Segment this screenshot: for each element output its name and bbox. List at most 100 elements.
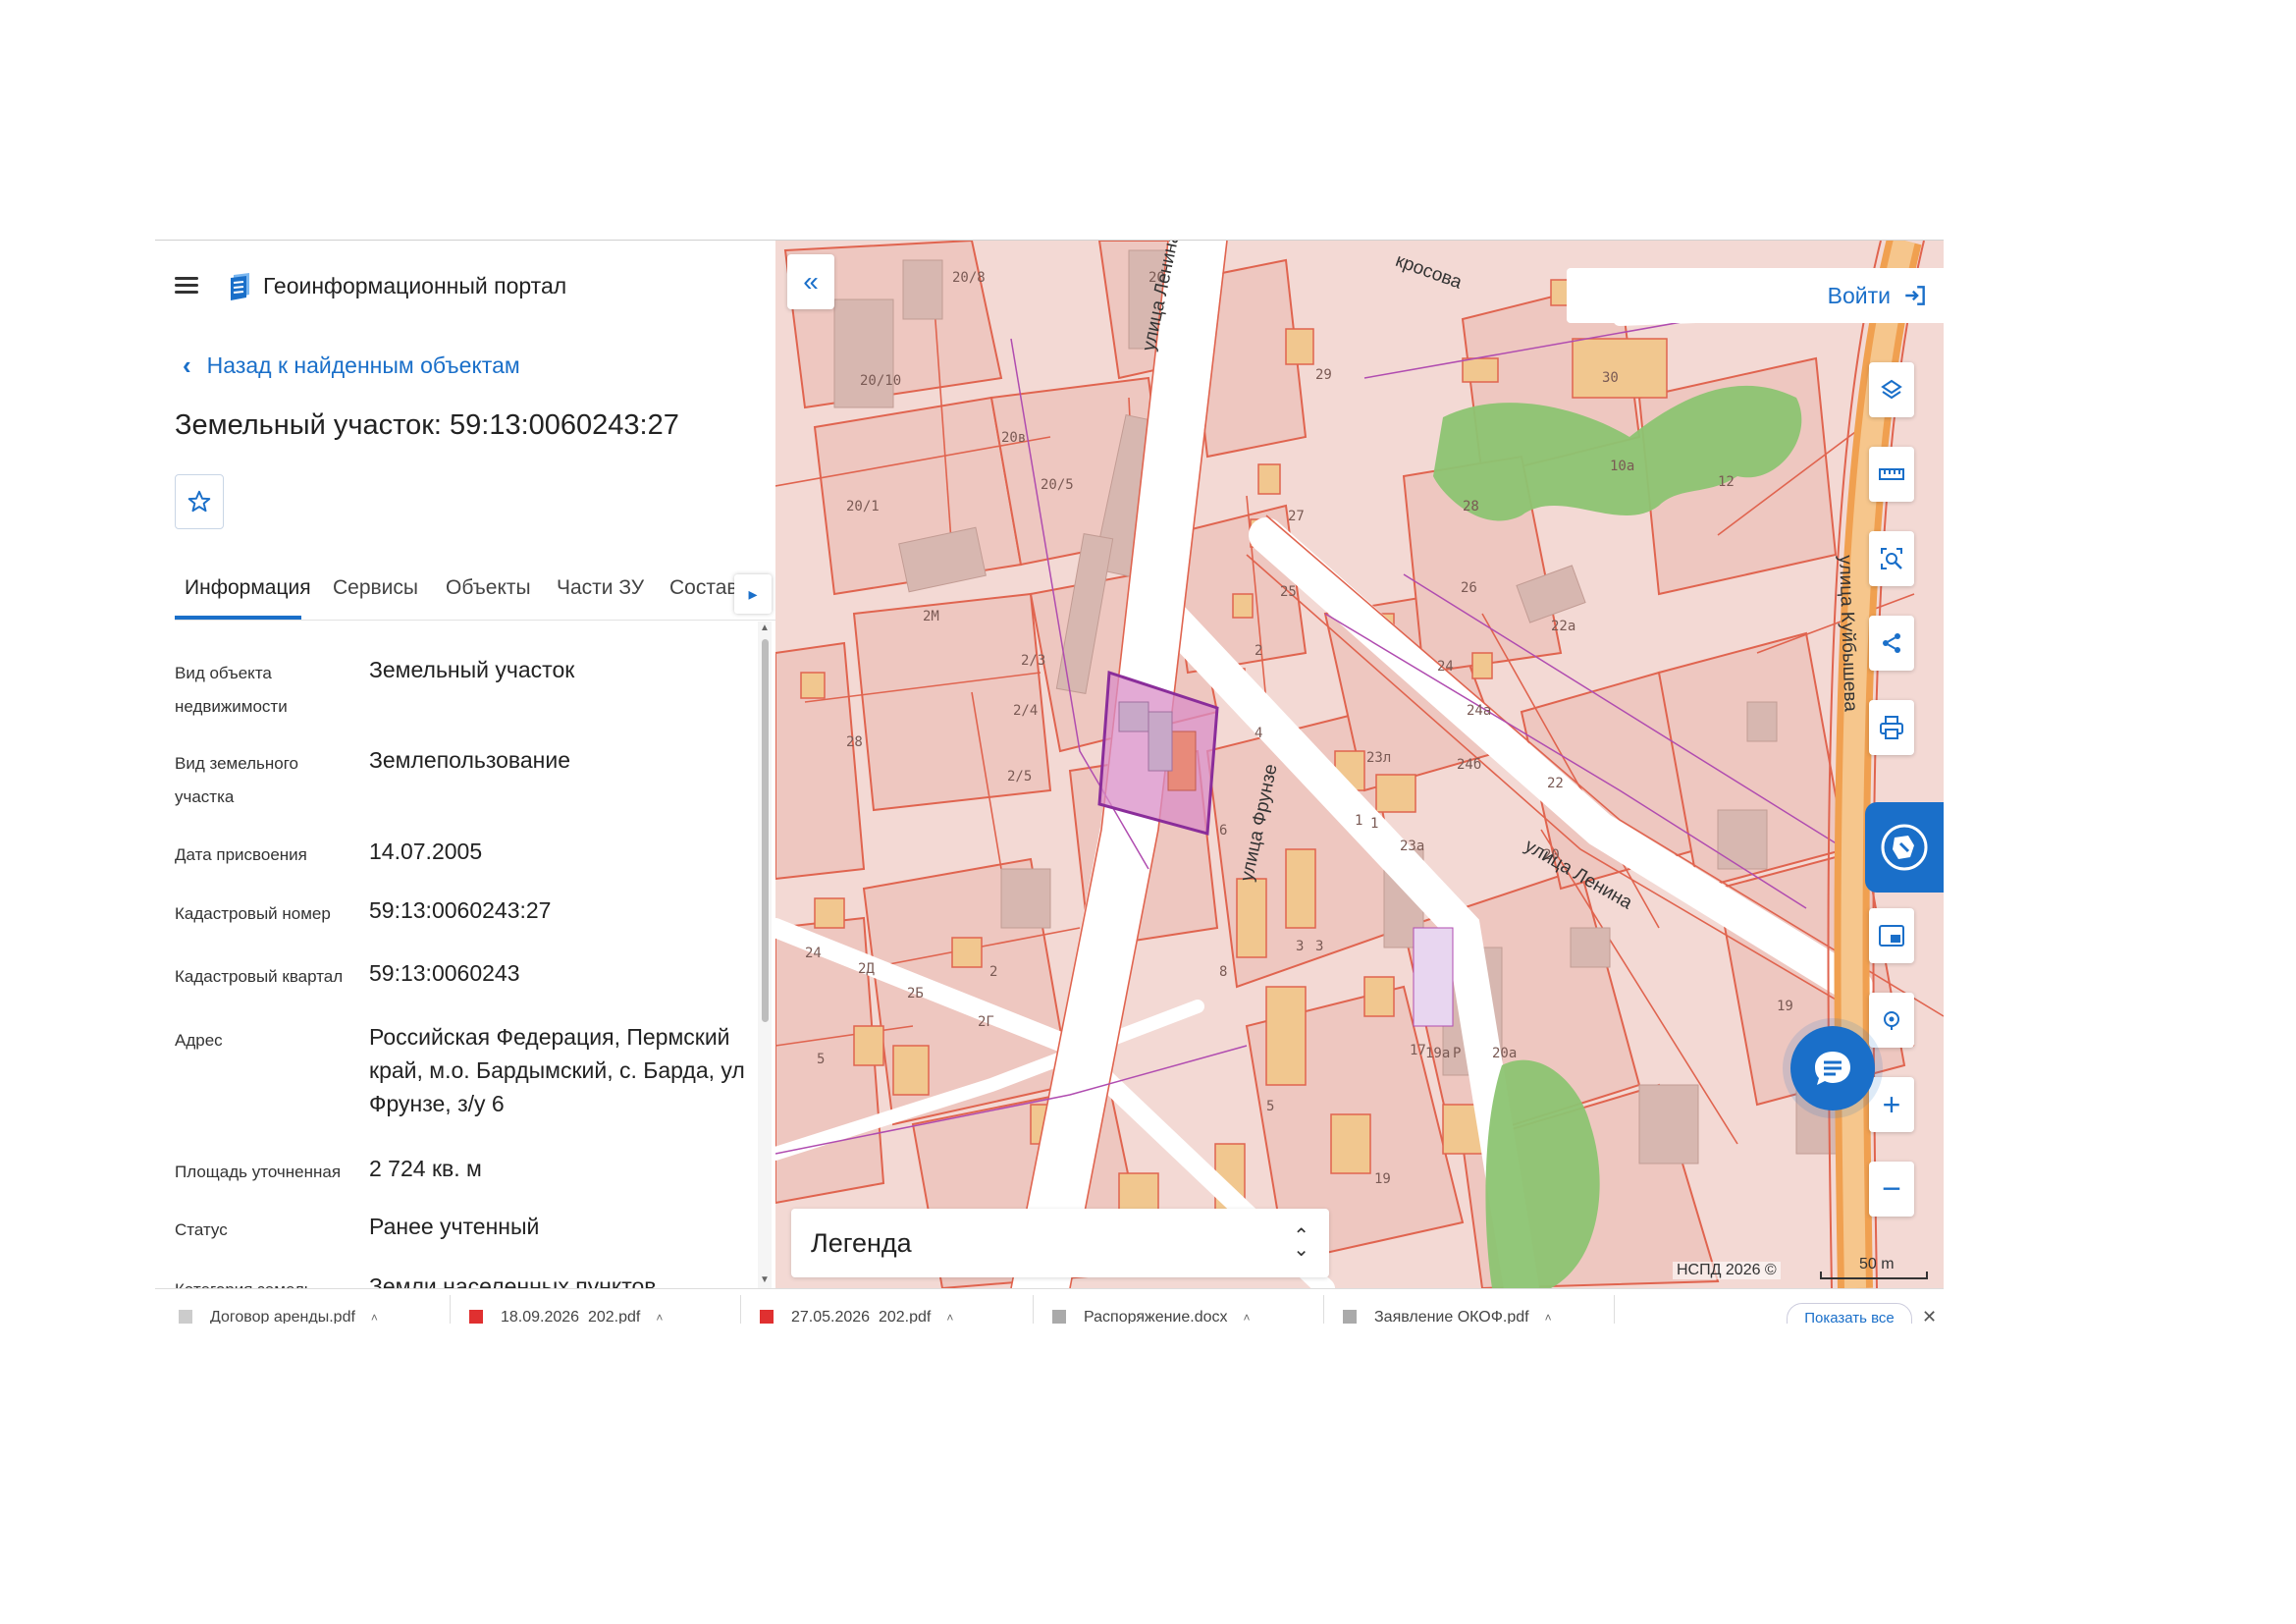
tab-objects[interactable]: Объекты xyxy=(446,576,531,600)
zoom-out-button[interactable]: − xyxy=(1869,1162,1914,1217)
map-canvas[interactable] xyxy=(775,241,1944,1288)
panel-scrollbar-thumb[interactable] xyxy=(762,639,769,1022)
pdf-icon xyxy=(469,1310,483,1324)
divider xyxy=(1323,1295,1324,1324)
download-item[interactable]: 27.05.2026_202.pdf ˄ xyxy=(760,1307,953,1324)
portal-logo-icon xyxy=(231,273,249,300)
active-tab-indicator xyxy=(175,616,301,620)
scroll-up-icon[interactable]: ▲ xyxy=(758,622,772,635)
ruler-icon xyxy=(1879,468,1904,480)
printer-icon xyxy=(1880,716,1903,739)
property-label: Статус xyxy=(175,1220,228,1239)
pdf-icon xyxy=(760,1310,774,1324)
object-title: Земельный участок: 59:13:0060243:27 xyxy=(175,409,679,441)
login-label: Войти xyxy=(1827,282,1891,308)
tab-services[interactable]: Сервисы xyxy=(333,576,418,600)
chevron-up-icon: ˄ xyxy=(656,1311,664,1324)
minus-icon: − xyxy=(1882,1169,1901,1208)
property-value: Ранее учтенный xyxy=(369,1214,540,1239)
property-label: Кадастровый номер xyxy=(175,904,331,923)
locate-button[interactable] xyxy=(1869,993,1914,1048)
property-value: 14.07.2005 xyxy=(369,839,483,864)
share-icon xyxy=(1883,633,1900,653)
map-assistant-icon xyxy=(1881,824,1928,871)
property-value: Российская Федерация, Пермский край, м.о… xyxy=(369,1024,744,1116)
chevron-left-icon: ‹ xyxy=(183,351,191,380)
star-icon xyxy=(187,490,211,513)
download-item[interactable]: Заявление ОКОФ.pdf ˄ xyxy=(1343,1307,1552,1324)
download-name: Заявление ОКОФ.pdf xyxy=(1374,1309,1529,1324)
property-label: Адрес xyxy=(175,1031,223,1050)
property-value: Земельный участок xyxy=(369,657,575,682)
download-name: 18.09.2026_202.pdf xyxy=(501,1309,641,1324)
properties-list: Вид объекта недвижимости Земельный участ… xyxy=(175,653,744,1288)
download-name: 27.05.2026_202.pdf xyxy=(791,1309,932,1324)
tab-composition[interactable]: Состав xyxy=(669,576,738,600)
share-button[interactable] xyxy=(1869,616,1914,671)
property-label: Вид земельного участка xyxy=(175,754,299,806)
minimap-icon xyxy=(1879,925,1904,947)
property-label: Дата присвоения xyxy=(175,845,307,864)
property-label: Категория земель xyxy=(175,1273,351,1288)
login-button[interactable]: Войти xyxy=(1567,268,1944,323)
download-name: Распоряжение.docx xyxy=(1084,1309,1228,1324)
divider xyxy=(740,1295,741,1324)
plus-icon: + xyxy=(1882,1086,1901,1122)
layers-icon xyxy=(1881,379,1902,400)
chevron-up-icon: ˄ xyxy=(946,1311,954,1324)
collapse-panel-button[interactable]: « xyxy=(787,254,834,309)
expand-collapse-icon: ⌃ ⌄ xyxy=(1293,1225,1309,1261)
show-all-downloads-button[interactable]: Показать все xyxy=(1787,1303,1912,1324)
download-item[interactable]: 18.09.2026_202.pdf ˄ xyxy=(469,1307,663,1324)
info-panel: Геоинформационный портал ‹ Назад к найде… xyxy=(155,241,775,1288)
property-value: Землепользование xyxy=(369,747,571,773)
chevron-up-icon: ˄ xyxy=(1243,1311,1251,1324)
back-link-label: Назад к найденным объектам xyxy=(206,352,520,378)
minimap-button[interactable] xyxy=(1869,908,1914,963)
back-to-results-link[interactable]: ‹ Назад к найденным объектам xyxy=(183,351,520,381)
divider xyxy=(1033,1295,1034,1324)
download-item[interactable]: Распоряжение.docx ˄ xyxy=(1052,1307,1251,1324)
file-icon xyxy=(1343,1310,1357,1324)
divider xyxy=(450,1295,451,1324)
download-item[interactable]: Договор аренды.pdf ˄ xyxy=(179,1307,378,1324)
chat-button[interactable] xyxy=(1790,1026,1875,1110)
select-area-button[interactable] xyxy=(1869,531,1914,586)
downloads-bar: Договор аренды.pdf ˄ 18.09.2026_202.pdf … xyxy=(155,1288,1944,1324)
print-button[interactable] xyxy=(1869,700,1914,755)
area-select-icon xyxy=(1881,548,1902,569)
login-icon xyxy=(1905,286,1925,305)
map-copyright: НСПД 2026 © xyxy=(1673,1262,1781,1279)
map-assistant-button[interactable] xyxy=(1865,802,1944,893)
file-icon xyxy=(179,1310,192,1324)
caret-right-icon: ▸ xyxy=(748,583,758,604)
zoom-in-button[interactable]: + xyxy=(1869,1077,1914,1132)
measure-button[interactable] xyxy=(1869,447,1914,502)
tab-parts[interactable]: Части ЗУ xyxy=(557,576,644,600)
close-icon[interactable]: ✕ xyxy=(1922,1307,1937,1324)
download-name: Договор аренды.pdf xyxy=(210,1309,355,1324)
portal-title: Геоинформационный портал xyxy=(263,272,567,298)
tabs-scroll-right-button[interactable]: ▸ xyxy=(734,574,772,614)
menu-icon[interactable] xyxy=(175,277,198,295)
file-icon xyxy=(1052,1310,1066,1324)
tab-information[interactable]: Информация xyxy=(185,576,311,600)
chevron-up-icon: ˄ xyxy=(370,1311,378,1324)
property-label: Кадастровый квартал xyxy=(175,967,344,986)
property-value: 59:13:0060243 xyxy=(369,960,520,986)
legend-toggle[interactable]: Легенда ⌃ ⌄ xyxy=(791,1209,1329,1277)
scroll-down-icon[interactable]: ▼ xyxy=(758,1273,772,1287)
chevron-up-icon: ˄ xyxy=(1544,1311,1552,1324)
app-window: Геоинформационный портал ‹ Назад к найде… xyxy=(155,240,1944,1324)
tab-bar: Информация Сервисы Объекты Части ЗУ Сост… xyxy=(175,565,775,621)
property-value: 59:13:0060243:27 xyxy=(369,897,552,923)
location-icon xyxy=(1884,1011,1899,1030)
layers-button[interactable] xyxy=(1869,362,1914,417)
property-value: 2 724 кв. м xyxy=(369,1156,482,1181)
legend-title: Легенда xyxy=(811,1227,912,1258)
double-chevron-left-icon: « xyxy=(803,266,819,297)
map-view[interactable]: 20/8 20 20/10 20/1 20в 20/5 2М 2/3 2/4 2/5 28 29 27 2… xyxy=(775,241,1944,1288)
favorite-button[interactable] xyxy=(175,474,224,529)
divider xyxy=(1614,1295,1615,1324)
property-value: Земли населенных пунктов xyxy=(369,1273,657,1288)
